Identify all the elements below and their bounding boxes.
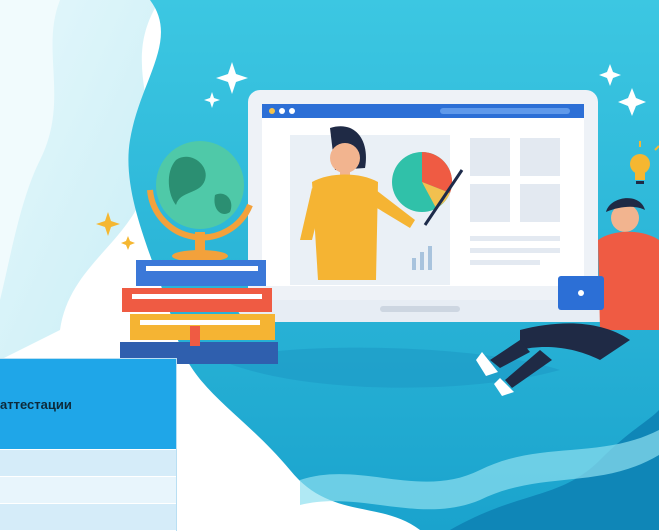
attestation-table: аттестации (0, 358, 177, 531)
table-header-label: аттестации (0, 397, 72, 412)
books-icon (120, 260, 278, 364)
table-header: аттестации (0, 359, 176, 450)
table-row (0, 450, 176, 477)
table-row (0, 477, 176, 504)
table-row (0, 504, 176, 531)
